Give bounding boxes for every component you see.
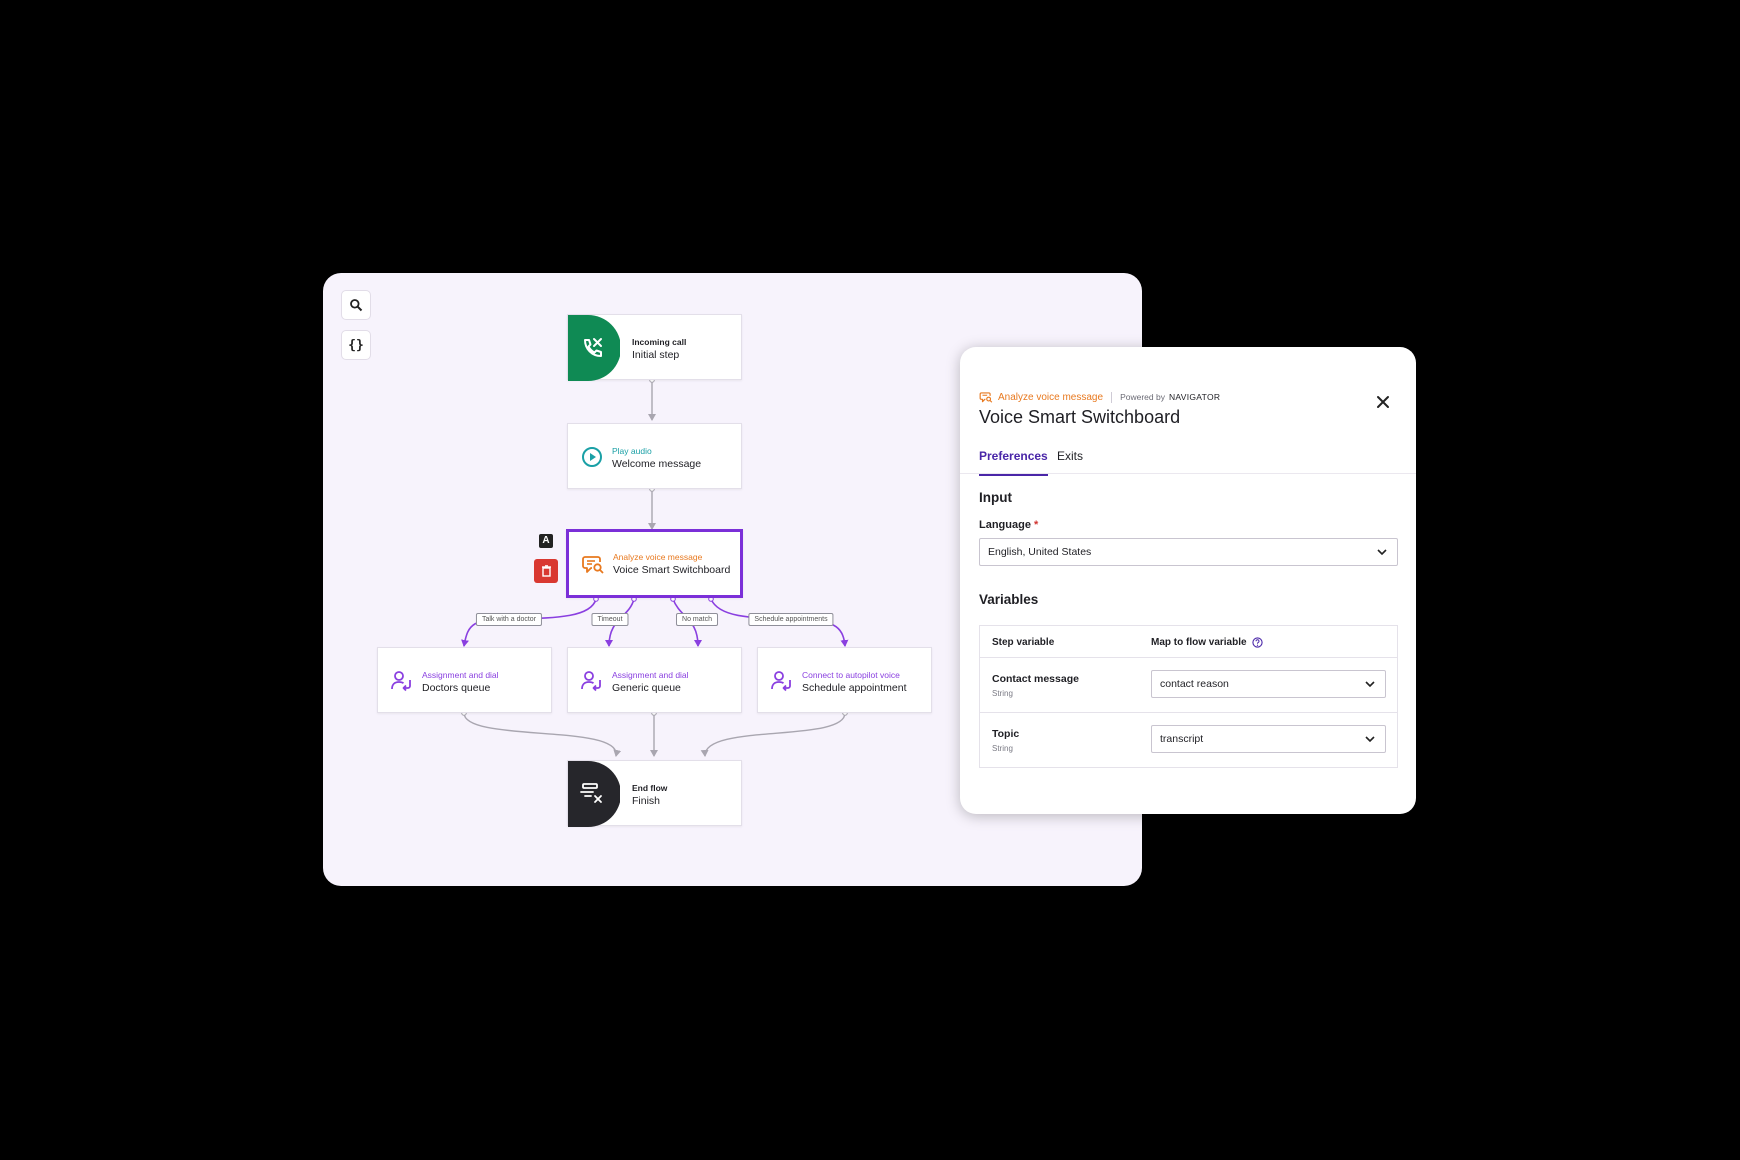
- tabs-divider: [960, 473, 1416, 474]
- edge-label-no-match[interactable]: No match: [676, 613, 718, 626]
- panel-step-kind: Analyze voice message: [998, 391, 1104, 403]
- panel-tabs: Preferences Exits: [979, 449, 1416, 476]
- column-header-map-to-flow-text: Map to flow variable: [1151, 637, 1247, 648]
- flow-variable-value: contact reason: [1160, 678, 1229, 690]
- chevron-down-icon: [1377, 549, 1387, 556]
- divider: [1111, 391, 1113, 403]
- flow-variable-select[interactable]: transcript: [1151, 725, 1386, 753]
- column-header-step-variable: Step variable: [992, 637, 1055, 648]
- language-select[interactable]: English, United States: [979, 538, 1398, 566]
- panel-breadcrumb: Analyze voice message Powered by NAVIGAT…: [979, 390, 1220, 404]
- chevron-down-icon: [1365, 736, 1375, 743]
- language-label-text: Language: [979, 519, 1031, 531]
- flow-node-schedule-appointment[interactable]: Connect to autopilot voice Schedule appo…: [757, 647, 932, 713]
- chevron-down-icon: [1365, 681, 1375, 688]
- flow-node-play-audio[interactable]: Play audio Welcome message: [567, 423, 742, 489]
- variable-name: Contact message: [992, 673, 1079, 685]
- flow-variable-value: transcript: [1160, 733, 1204, 745]
- voice-analyze-icon: [582, 556, 604, 574]
- flow-node-generic-queue[interactable]: Assignment and dial Generic queue: [567, 647, 742, 713]
- row-divider: [980, 712, 1397, 713]
- play-circle-icon: [582, 447, 602, 467]
- input-section-heading: Input: [979, 490, 1012, 505]
- agent-dial-icon: [391, 671, 411, 692]
- flow-node-analyze-voice[interactable]: Analyze voice message Voice Smart Switch…: [566, 529, 743, 598]
- edge-label-timeout[interactable]: Timeout: [591, 613, 629, 626]
- node-kind: End flow: [632, 783, 668, 793]
- node-title: Schedule appointment: [802, 682, 907, 694]
- node-title: Generic queue: [612, 682, 681, 694]
- required-marker: *: [1033, 519, 1039, 531]
- incoming-badge: [568, 315, 620, 381]
- text-icon: A: [539, 534, 553, 548]
- flow-variable-select[interactable]: contact reason: [1151, 670, 1386, 698]
- row-divider: [980, 657, 1397, 658]
- node-title: Finish: [632, 795, 661, 807]
- voice-analyze-icon: [979, 392, 993, 403]
- step-preferences-panel: Analyze voice message Powered by NAVIGAT…: [960, 347, 1416, 814]
- tab-preferences[interactable]: Preferences: [979, 449, 1048, 476]
- node-title: Welcome message: [612, 458, 702, 470]
- panel-title: Voice Smart Switchboard: [979, 407, 1181, 427]
- node-kind: Analyze voice message: [613, 552, 703, 562]
- provider-name: NAVIGATOR: [1168, 392, 1221, 402]
- edge-label-talk-with-doctor[interactable]: Talk with a doctor: [475, 613, 543, 626]
- column-header-map-to-flow: Map to flow variable: [1151, 637, 1263, 648]
- node-kind: Connect to autopilot voice: [802, 670, 900, 680]
- node-kind: Incoming call: [632, 337, 687, 347]
- help-icon[interactable]: [1251, 637, 1263, 648]
- end-badge: [568, 761, 620, 827]
- agent-dial-icon: [581, 671, 601, 692]
- language-select-value: English, United States: [988, 546, 1092, 558]
- variable-type: String: [992, 689, 1013, 698]
- flow-node-end-flow[interactable]: End flow Finish: [567, 760, 742, 827]
- variable-name: Topic: [992, 728, 1020, 740]
- node-kind: Assignment and dial: [612, 670, 689, 680]
- edge-label-schedule-appointments[interactable]: Schedule appointments: [748, 613, 834, 626]
- flow-node-incoming-call[interactable]: Incoming call Initial step: [567, 314, 742, 381]
- node-kind: Play audio: [612, 446, 652, 456]
- flow-node-doctors-queue[interactable]: Assignment and dial Doctors queue: [377, 647, 552, 713]
- node-title: Doctors queue: [422, 682, 491, 694]
- agent-dial-icon: [771, 671, 791, 692]
- node-title: Initial step: [632, 349, 680, 361]
- powered-by-label: Powered by: [1120, 392, 1165, 402]
- close-icon[interactable]: [1375, 394, 1391, 410]
- node-kind: Assignment and dial: [422, 670, 499, 680]
- variable-type: String: [992, 744, 1013, 753]
- delete-node-button[interactable]: [534, 559, 558, 583]
- language-label: Language *: [979, 519, 1038, 531]
- node-title: Voice Smart Switchboard: [613, 564, 731, 576]
- variables-table: Step variable Map to flow variable Conta…: [979, 625, 1398, 768]
- rename-node-button[interactable]: A: [536, 531, 556, 551]
- tab-exits[interactable]: Exits: [1057, 449, 1083, 473]
- trash-icon: [541, 565, 551, 577]
- variables-section-heading: Variables: [979, 592, 1039, 607]
